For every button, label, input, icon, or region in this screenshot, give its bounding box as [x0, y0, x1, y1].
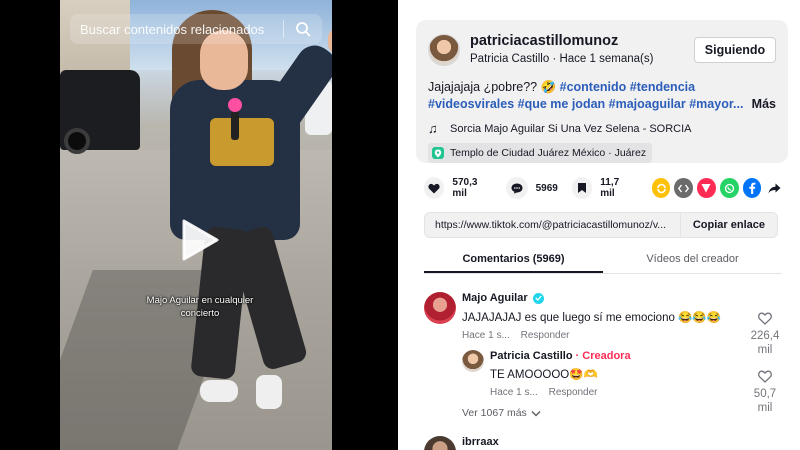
reply-like-unit: mil	[757, 402, 773, 414]
panel-tabs: Comentarios (5969) Vídeos del creador	[424, 248, 782, 274]
reply-item: Patricia Castillo · Creadora TE AMOOOOO🤩…	[462, 350, 784, 414]
reply-author-name[interactable]: Patricia Castillo	[490, 350, 573, 362]
reply-button[interactable]: Responder	[521, 330, 570, 341]
comment-item: Majo Aguilar JAJAJAJAJ es que luego sí m…	[424, 292, 784, 356]
facebook-icon[interactable]	[742, 178, 762, 198]
tab-creator-videos[interactable]: Vídeos del creador	[603, 248, 782, 273]
comment-time: Hace 1 s...	[462, 330, 510, 341]
save-action[interactable]: 11,7 mil	[571, 177, 634, 199]
avatar[interactable]	[424, 436, 456, 450]
related-search-input[interactable]	[80, 21, 273, 37]
person-shoe-left	[200, 380, 238, 402]
person-shoe-right	[256, 375, 282, 409]
comment-body: ibrraax	[462, 436, 752, 448]
hoodie-print	[210, 118, 274, 166]
comment-author[interactable]: ibrraax	[462, 436, 752, 448]
reply-body: Patricia Castillo · Creadora TE AMOOOOO🤩…	[490, 350, 780, 398]
music-title[interactable]: Sorcia Majo Aguilar Si Una Vez Selena - …	[450, 123, 692, 135]
post-description: Jajajajaja ¿pobre?? 🤣 #contenido #tenden…	[428, 79, 776, 113]
reply-like-count: 50,7	[753, 388, 777, 400]
video-player[interactable]: Majo Aguilar en cualquier concierto	[0, 0, 398, 450]
location-pin-icon	[432, 147, 444, 159]
microphone-handle	[231, 110, 239, 140]
share-friends-icon[interactable]	[651, 178, 671, 198]
search-icon[interactable]	[294, 20, 312, 38]
reply-time: Hace 1 s...	[490, 387, 538, 398]
video-url[interactable]: https://www.tiktok.com/@patriciacastillo…	[425, 219, 680, 231]
share-arrow-icon[interactable]	[765, 178, 784, 198]
description-text: Jajajajaja ¿pobre?? 🤣	[428, 80, 560, 94]
reply-button[interactable]: Responder	[549, 387, 598, 398]
comment-item: ibrraax	[424, 436, 784, 450]
actions-row: 570,3 mil 5969 11,7 mil	[424, 177, 784, 199]
following-button[interactable]: Siguiendo	[694, 36, 776, 63]
play-icon[interactable]	[180, 218, 220, 262]
verified-badge-icon	[532, 292, 544, 304]
video-caption: Majo Aguilar en cualquier concierto	[146, 295, 254, 319]
send-icon[interactable]	[697, 178, 716, 198]
comment-author[interactable]: Majo Aguilar	[462, 292, 752, 304]
whatsapp-icon[interactable]	[719, 178, 739, 198]
related-search-bar[interactable]	[70, 14, 322, 44]
bookmark-icon[interactable]	[571, 177, 593, 199]
reply-like[interactable]: 50,7 mil	[748, 370, 782, 415]
comment-icon[interactable]	[505, 177, 528, 199]
tab-comments[interactable]: Comentarios (5969)	[424, 248, 603, 273]
scene-truck-wheel	[64, 128, 90, 154]
heart-icon[interactable]	[424, 177, 445, 199]
comment-text: JAJAJAJAJ es que luego sí me emociono 😂😂…	[462, 312, 722, 324]
comment-body: Majo Aguilar JAJAJAJAJ es que luego sí m…	[462, 292, 752, 341]
hashtags-line-2[interactable]: #videosvirales #que me jodan #majoaguila…	[428, 97, 743, 111]
copy-link-button[interactable]: Copiar enlace	[679, 213, 777, 237]
details-panel: patriciacastillomunoz Patricia Castillo …	[398, 0, 800, 450]
author-subtitle: Patricia Castillo · Hace 1 semana(s)	[470, 53, 654, 65]
comment-action[interactable]: 5969	[505, 177, 558, 199]
search-divider	[283, 20, 284, 38]
avatar[interactable]	[462, 350, 484, 372]
comment-like-count: 226,4	[750, 330, 780, 342]
save-count: 11,7 mil	[600, 177, 620, 199]
author-handle[interactable]: patriciacastillomunoz	[470, 32, 694, 50]
author-meta: patriciacastillomunoz Patricia Castillo …	[470, 32, 694, 67]
reply-text: TE AMOOOOO🤩🫶	[490, 369, 598, 381]
microphone-icon	[228, 98, 242, 112]
comment-author-name[interactable]: ibrraax	[462, 436, 499, 448]
hashtags-line-1[interactable]: #contenido #tendencia	[560, 80, 695, 94]
heart-outline-icon[interactable]	[758, 370, 772, 383]
like-count: 570,3 mil	[452, 177, 478, 199]
comment-author-name[interactable]: Majo Aguilar	[462, 292, 528, 304]
comment-meta: Hace 1 s... Responder	[462, 330, 752, 341]
heart-outline-icon[interactable]	[758, 312, 772, 325]
avatar[interactable]	[428, 33, 460, 66]
embed-code-icon[interactable]	[674, 178, 694, 198]
music-note-icon: ♫	[428, 121, 438, 136]
post-info-card: patriciacastillomunoz Patricia Castillo …	[416, 20, 788, 163]
location-chip[interactable]: Templo de Ciudad Juárez México · Juárez	[428, 143, 653, 163]
comment-count: 5969	[535, 182, 558, 194]
avatar[interactable]	[424, 292, 456, 324]
chevron-down-icon	[531, 410, 541, 416]
author-row: patriciacastillomunoz Patricia Castillo …	[428, 32, 776, 67]
reply-meta: Hace 1 s... Responder	[490, 387, 780, 398]
view-more-replies-button[interactable]: Ver 1067 más	[462, 407, 541, 419]
reply-author[interactable]: Patricia Castillo · Creadora	[490, 350, 780, 362]
more-button[interactable]: Más	[752, 96, 776, 113]
like-action[interactable]: 570,3 mil	[424, 177, 492, 199]
location-label[interactable]: Templo de Ciudad Juárez México · Juárez	[450, 147, 646, 159]
music-row[interactable]: ♫ Sorcia Majo Aguilar Si Una Vez Selena …	[428, 121, 776, 136]
share-link-row: https://www.tiktok.com/@patriciacastillo…	[424, 212, 778, 238]
creator-badge: · Creadora	[575, 350, 631, 362]
view-more-label[interactable]: Ver 1067 más	[462, 407, 527, 419]
